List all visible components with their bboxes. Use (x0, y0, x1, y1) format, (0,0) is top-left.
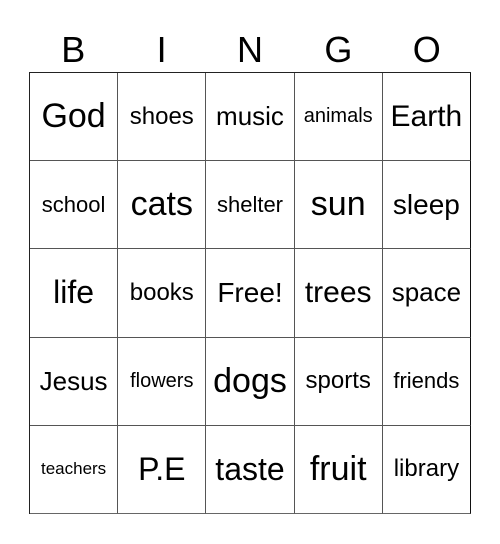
header-letter-b: B (61, 29, 86, 70)
header-letter-n: N (236, 29, 263, 70)
bingo-cell[interactable]: trees (294, 249, 383, 338)
bingo-cell[interactable]: music (206, 73, 295, 162)
bingo-header: B I N G O (29, 28, 471, 72)
bingo-cell[interactable]: school (30, 161, 119, 250)
bingo-cell[interactable]: books (118, 249, 207, 338)
bingo-cell[interactable]: friends (382, 337, 471, 426)
bingo-cell[interactable]: fruit (294, 425, 383, 514)
header-letter-g: G (324, 29, 353, 70)
bingo-cell[interactable]: flowers (118, 337, 207, 426)
bingo-cell[interactable]: shoes (118, 73, 207, 162)
bingo-cell[interactable]: life (30, 249, 119, 338)
bingo-cell[interactable]: P.E (118, 425, 207, 514)
bingo-cell[interactable]: dogs (206, 337, 295, 426)
bingo-cell[interactable]: sleep (382, 161, 471, 250)
bingo-cell[interactable]: Jesus (30, 337, 119, 426)
bingo-cell[interactable]: animals (294, 73, 383, 162)
bingo-cell[interactable]: sports (294, 337, 383, 426)
bingo-cell[interactable]: Earth (382, 73, 471, 162)
bingo-cell[interactable]: sun (294, 161, 383, 250)
bingo-cell[interactable]: teachers (30, 425, 119, 514)
header-letter-o: O (412, 29, 441, 70)
free-space-cell[interactable]: Free! (206, 249, 295, 338)
bingo-cell[interactable]: space (382, 249, 471, 338)
bingo-cell[interactable]: library (382, 425, 471, 514)
bingo-cell[interactable]: cats (118, 161, 207, 250)
bingo-cell[interactable]: taste (206, 425, 295, 514)
bingo-card-grid: God shoes music animals Earth school cat… (29, 72, 471, 514)
header-letter-i: I (156, 29, 167, 70)
bingo-cell[interactable]: God (30, 73, 119, 162)
bingo-cell[interactable]: shelter (206, 161, 295, 250)
